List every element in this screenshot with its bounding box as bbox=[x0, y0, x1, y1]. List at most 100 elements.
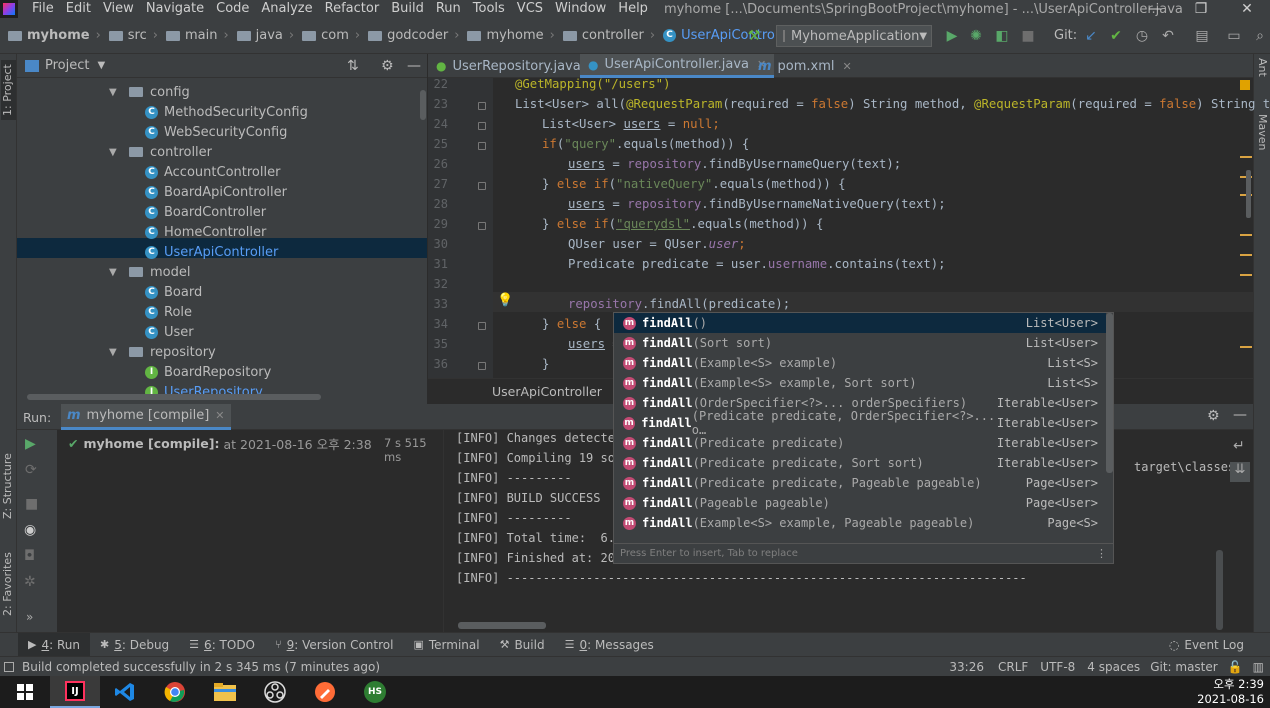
tree-file[interactable]: C HomeController bbox=[145, 222, 266, 242]
coverage-icon[interactable]: ◧ bbox=[994, 28, 1010, 44]
menu-navigate[interactable]: Navigate bbox=[140, 0, 210, 18]
camera-icon[interactable]: ◘ bbox=[24, 548, 35, 564]
stripe-marker[interactable] bbox=[1240, 346, 1252, 348]
postman-taskbar-icon[interactable] bbox=[300, 676, 350, 708]
tree-file[interactable]: I BoardRepository bbox=[145, 362, 271, 382]
tree-folder[interactable]: ▼ repository bbox=[109, 342, 216, 362]
tree-file[interactable]: C Board bbox=[145, 282, 202, 302]
expand-arrow-icon[interactable]: ▼ bbox=[109, 347, 121, 358]
completion-item[interactable]: m findAll (Predicate predicate) Iterable<Us… bbox=[614, 433, 1106, 453]
breadcrumb-item[interactable]: godcoder › bbox=[364, 28, 463, 43]
collapse-all-icon[interactable]: ⇅ bbox=[347, 58, 359, 74]
breadcrumb-item[interactable]: com › bbox=[298, 28, 364, 43]
completion-item[interactable]: m findAll (Pageable pageable) Page<User> bbox=[614, 493, 1106, 513]
completion-item[interactable]: m findAll (Example<S> example) List<S> bbox=[614, 353, 1106, 373]
fold-marker-icon[interactable] bbox=[478, 102, 486, 110]
tool-tab-debug[interactable]: ✱ 5: Debug bbox=[90, 633, 179, 657]
stop-icon[interactable]: ■ bbox=[25, 496, 38, 512]
debug-icon[interactable]: ✺ bbox=[968, 28, 984, 44]
history-icon[interactable]: ◷ bbox=[1134, 28, 1150, 44]
tree-file[interactable]: C BoardApiController bbox=[145, 182, 287, 202]
tool-tab-build[interactable]: ⚒ Build bbox=[490, 633, 555, 657]
obs-taskbar-icon[interactable] bbox=[250, 676, 300, 708]
tree-file[interactable]: C Role bbox=[145, 302, 192, 322]
run-icon[interactable]: ▶ bbox=[944, 28, 960, 44]
git-branch[interactable]: Git: master bbox=[1150, 660, 1218, 674]
toggle-view-icon[interactable]: ⟳ bbox=[25, 462, 37, 478]
ant-tool-button[interactable]: Ant bbox=[1256, 58, 1269, 77]
tool-tab-terminal[interactable]: ▣ Terminal bbox=[403, 633, 489, 657]
tool-tab-run[interactable]: ▶ 4: Run bbox=[18, 632, 90, 657]
lock-icon[interactable]: 🔓 bbox=[1228, 660, 1243, 674]
structure-tool-button[interactable]: Z: Structure bbox=[1, 446, 16, 526]
breadcrumb-item[interactable]: java › bbox=[233, 28, 298, 43]
breadcrumb-item[interactable]: src › bbox=[105, 28, 162, 43]
memory-indicator-icon[interactable]: ▥ bbox=[1253, 660, 1264, 674]
tool-tab-todo[interactable]: ☰ 6: TODO bbox=[179, 633, 265, 657]
more-options-icon[interactable]: ⋮ bbox=[1096, 547, 1107, 560]
fold-marker-icon[interactable] bbox=[478, 362, 486, 370]
tree-file[interactable]: C WebSecurityConfig bbox=[145, 122, 287, 142]
tree-file[interactable]: C MethodSecurityConfig bbox=[145, 102, 308, 122]
tree-file[interactable]: C User bbox=[145, 322, 194, 342]
menu-analyze[interactable]: Analyze bbox=[255, 0, 318, 18]
close-icon[interactable]: ✕ bbox=[215, 409, 224, 422]
eye-icon[interactable]: ◉ bbox=[24, 522, 36, 538]
hide-panel-icon[interactable]: — bbox=[1233, 407, 1247, 423]
intellij-taskbar-icon[interactable]: IJ bbox=[50, 676, 100, 708]
completion-item[interactable]: m findAll (Predicate predicate, Sort sort)… bbox=[614, 453, 1106, 473]
stop-icon[interactable]: ■ bbox=[1020, 28, 1036, 44]
indent-setting[interactable]: 4 spaces bbox=[1087, 660, 1140, 674]
status-window-icon[interactable] bbox=[4, 661, 14, 672]
menu-view[interactable]: View bbox=[97, 0, 140, 18]
project-structure-icon[interactable]: ▤ bbox=[1194, 28, 1210, 44]
tool-tab-messages[interactable]: ☰ 0: Messages bbox=[555, 633, 664, 657]
tree-file[interactable]: C BoardController bbox=[145, 202, 266, 222]
favorites-tool-button[interactable]: 2: Favorites bbox=[1, 544, 16, 624]
git-commit-icon[interactable]: ✔ bbox=[1108, 28, 1124, 44]
chrome-taskbar-icon[interactable] bbox=[150, 676, 200, 708]
editor-scrollbar[interactable] bbox=[1246, 170, 1251, 218]
completion-scrollbar[interactable] bbox=[1106, 313, 1113, 473]
completion-item[interactable]: m findAll (Predicate predicate, Pageable p… bbox=[614, 473, 1106, 493]
fold-marker-icon[interactable] bbox=[478, 142, 486, 150]
scroll-to-end-icon[interactable]: ⇊ bbox=[1230, 462, 1250, 482]
completion-item[interactable]: m findAll (Example<S> example, Pageable pa… bbox=[614, 513, 1106, 533]
build-hammer-icon[interactable]: ⚒ bbox=[746, 28, 762, 44]
lightbulb-icon[interactable]: 💡 bbox=[497, 293, 513, 308]
close-icon[interactable]: ✕ bbox=[843, 60, 852, 73]
fold-marker-icon[interactable] bbox=[478, 182, 486, 190]
menu-tools[interactable]: Tools bbox=[467, 0, 511, 18]
stripe-marker[interactable] bbox=[1240, 254, 1252, 256]
tree-folder[interactable]: ▼ model bbox=[109, 262, 190, 282]
hide-panel-icon[interactable]: — bbox=[407, 58, 421, 74]
system-clock[interactable]: 오후 2:39 2021-08-16 bbox=[1197, 677, 1264, 707]
project-tool-button[interactable]: 1: Project bbox=[1, 60, 16, 120]
layout-icon[interactable]: ▭ bbox=[1226, 28, 1242, 44]
file-encoding[interactable]: UTF-8 bbox=[1040, 660, 1075, 674]
gear-icon[interactable]: ⚙ bbox=[1207, 408, 1220, 424]
breadcrumb-item[interactable]: myhome › bbox=[4, 28, 105, 43]
menu-window[interactable]: Window bbox=[549, 0, 612, 18]
expand-arrow-icon[interactable]: ▼ bbox=[109, 147, 121, 158]
breadcrumb-item[interactable]: myhome › bbox=[463, 28, 558, 43]
status-message[interactable]: Build completed successfully in 2 s 345 … bbox=[22, 660, 380, 674]
search-icon[interactable]: ⌕ bbox=[1252, 28, 1268, 44]
minimize-button[interactable]: — bbox=[1132, 0, 1178, 18]
tree-file[interactable]: C AccountController bbox=[145, 162, 280, 182]
breadcrumb-item[interactable]: main › bbox=[162, 28, 233, 43]
breadcrumb-item[interactable]: controller › bbox=[559, 28, 659, 43]
console-vertical-scrollbar[interactable] bbox=[1216, 550, 1223, 630]
maven-tool-button[interactable]: Maven bbox=[1256, 114, 1269, 150]
run-tab[interactable]: m myhome [compile] ✕ bbox=[61, 404, 231, 430]
rerun-icon[interactable]: ▶ bbox=[25, 436, 36, 452]
menu-vcs[interactable]: VCS bbox=[511, 0, 549, 18]
stripe-marker[interactable] bbox=[1240, 274, 1252, 276]
tool-tab-versioncontrol[interactable]: ⑂ 9: Version Control bbox=[265, 633, 403, 657]
tree-file[interactable]: C UserApiController bbox=[145, 242, 278, 262]
gear-icon[interactable]: ⚙ bbox=[381, 58, 394, 74]
project-panel-title[interactable]: Project bbox=[45, 58, 89, 73]
chevron-down-icon[interactable]: ▼ bbox=[97, 60, 105, 71]
completion-item[interactable]: m findAll (Example<S> example, Sort sort) L… bbox=[614, 373, 1106, 393]
completion-item[interactable]: m findAll (Sort sort) List<User> bbox=[614, 333, 1106, 353]
